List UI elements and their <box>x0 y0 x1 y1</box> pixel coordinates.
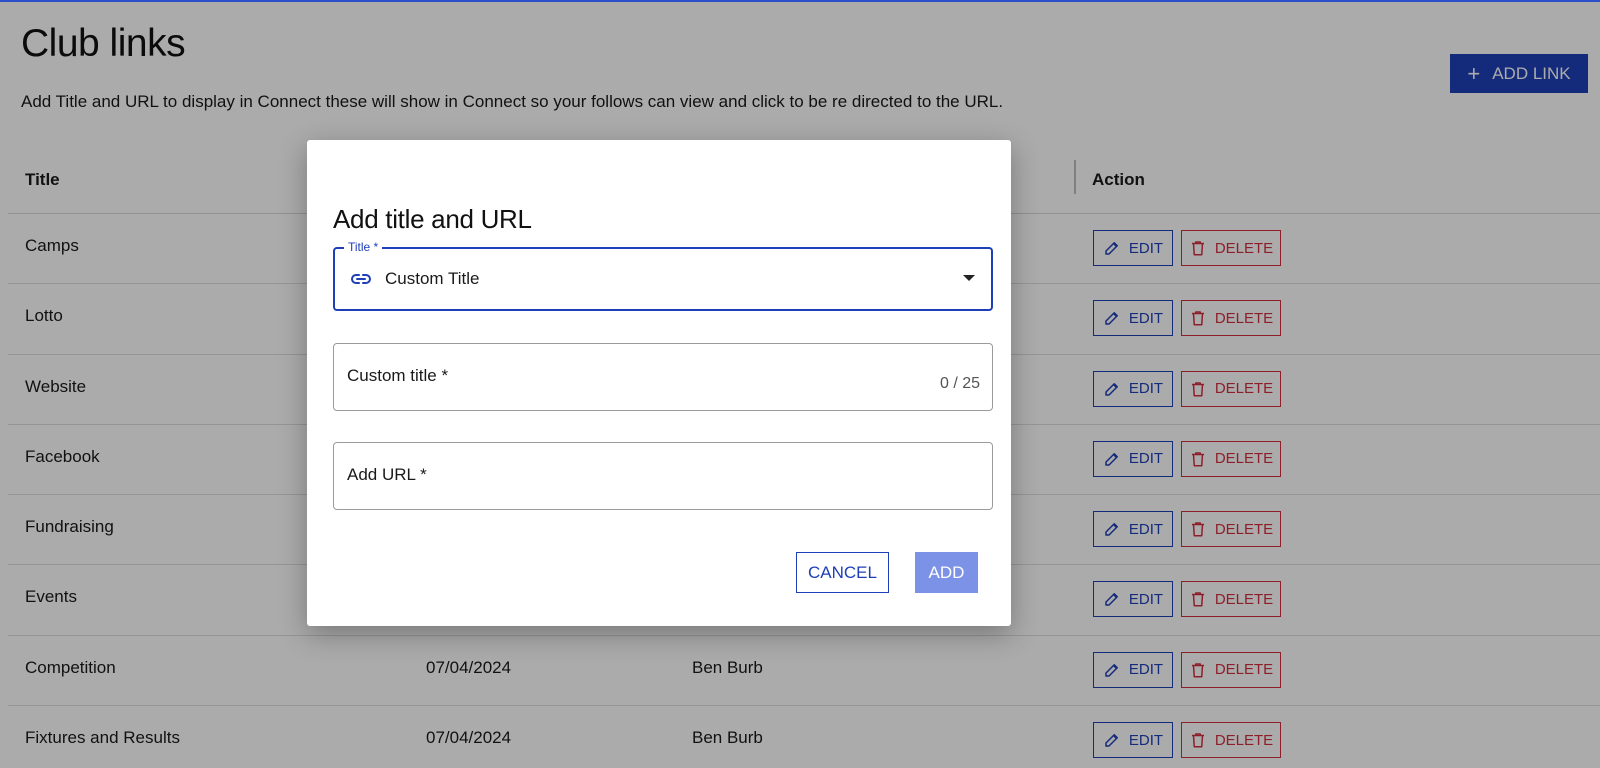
caret-down-icon[interactable] <box>963 275 975 281</box>
custom-title-placeholder: Custom title * <box>347 366 449 385</box>
character-counter: 0 / 25 <box>939 375 980 392</box>
top-accent-line <box>0 0 1600 2</box>
title-select-label: Title * <box>344 240 383 254</box>
cancel-button[interactable]: CANCEL <box>796 552 889 593</box>
add-link-dialog: Add title and URL Title * Custom Title C… <box>307 140 1011 626</box>
dialog-title: Add title and URL <box>333 204 532 234</box>
add-button[interactable]: ADD <box>915 552 978 593</box>
title-select[interactable]: Title * Custom Title <box>333 240 993 311</box>
url-placeholder: Add URL * <box>347 465 427 484</box>
title-select-value: Custom Title <box>385 269 480 288</box>
custom-title-field[interactable]: Custom title * 0 / 25 <box>333 343 993 411</box>
link-icon <box>351 274 371 284</box>
url-field[interactable]: Add URL * <box>333 442 993 510</box>
